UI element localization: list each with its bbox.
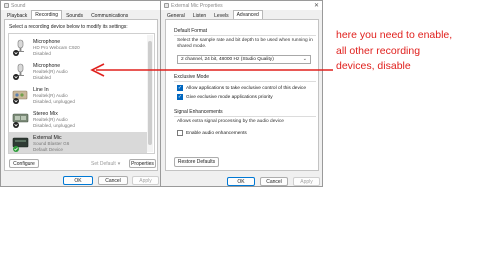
annotation-line: all other recording — [336, 44, 421, 57]
annotation-text: here you need to enable, all other recor… — [336, 28, 486, 75]
annotation-line: devices, disable — [336, 60, 411, 72]
annotation-line: here you need to enable, — [336, 29, 453, 41]
